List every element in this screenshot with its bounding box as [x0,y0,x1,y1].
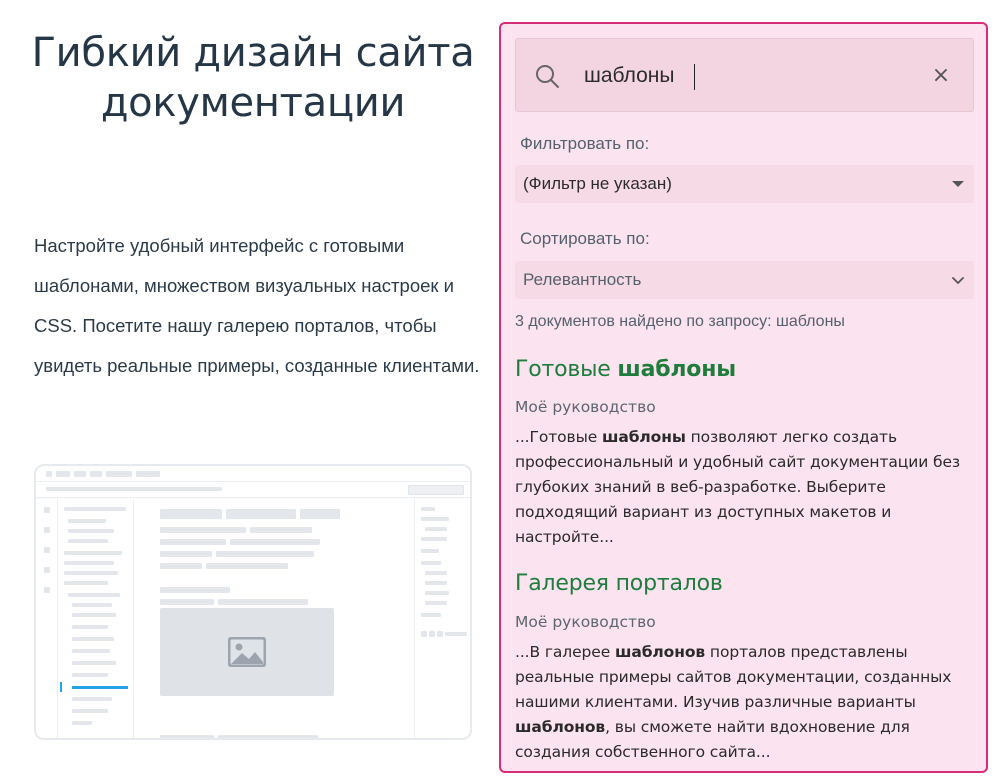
image-placeholder-icon [160,608,334,696]
snippet-part: ...Готовые [515,428,602,446]
preview-active-marker [60,682,62,692]
hero-description: Настройте удобный интерфейс с готовыми ш… [34,235,480,376]
result-title[interactable]: Галерея порталов [515,571,723,596]
sort-select[interactable]: Релевантность [515,261,974,299]
filter-select[interactable]: (Фильтр не указан) [515,165,974,203]
chevron-down-icon [952,277,964,284]
result-source: Моё руководство [515,613,656,631]
result-snippet: ...Готовые шаблоны позволяют легко созда… [515,425,985,550]
search-icon [536,65,559,88]
results-count: 3 документов найдено по запросу: шаблоны [515,313,845,330]
search-input[interactable] [584,59,914,93]
preview-topbar [36,466,470,482]
search-box[interactable]: × [515,38,974,112]
result-title[interactable]: Готовые шаблоны [515,357,736,382]
caret-down-icon [952,181,964,187]
snippet-highlight: шаблонов [614,643,706,661]
result-title-text: Галерея порталов [515,571,723,596]
page-title-line2: документации [100,80,406,126]
snippet-part: ...В галерее [515,643,615,661]
snippet-highlight: шаблонов [515,718,606,736]
result-title-highlight: шаблоны [617,357,736,382]
search-panel: × Фильтровать по: (Фильтр не указан) Сор… [499,22,988,773]
result-title-text: Готовые [515,357,618,382]
filter-label: Фильтровать по: [520,134,650,153]
result-snippet: ...В галерее шаблонов порталов представл… [515,640,985,765]
preview-icon-rail [36,499,58,738]
preview-sidebar [58,499,134,738]
filter-selected-value: (Фильтр не указан) [523,174,672,193]
preview-active-item [72,686,128,689]
sort-selected-value: Релевантность [523,270,642,289]
preview-right-panel [414,499,470,738]
snippet-highlight: шаблоны [601,428,686,446]
page-title: Гибкий дизайн сайта документации [20,28,486,128]
portal-preview-image [34,464,472,740]
sort-label: Сортировать по: [520,229,650,248]
close-icon[interactable]: × [926,61,956,91]
text-caret [694,64,695,90]
preview-subbar [36,482,470,498]
result-source: Моё руководство [515,398,656,416]
page-title-line1: Гибкий дизайн сайта [31,30,475,76]
